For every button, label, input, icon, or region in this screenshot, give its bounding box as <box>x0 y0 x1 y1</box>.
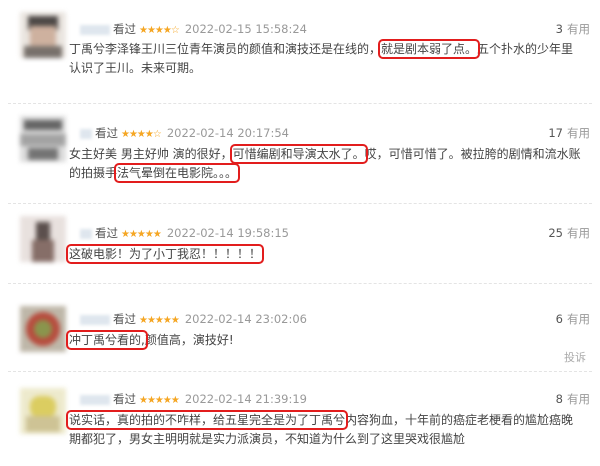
username-blurred[interactable] <box>80 314 110 325</box>
rating-stars: ★★★★★ <box>139 315 180 326</box>
review-time: 2022-02-14 23:02:06 <box>184 312 307 326</box>
useful-count: 25 <box>548 226 563 240</box>
review-time: 2022-02-14 21:39:19 <box>184 392 307 406</box>
useful-count: 6 <box>555 312 563 326</box>
username-blurred[interactable] <box>80 394 110 405</box>
report-link[interactable]: 投诉 <box>564 349 586 365</box>
highlighted-text: 这破电影！为了小丁我忍！！！！！ <box>65 244 265 264</box>
rating-stars: ★★★★☆ <box>139 25 180 36</box>
review-text-part: 丁禹兮李泽锋王川三位青年演员的颜值和演技还是在线的， <box>69 42 382 56</box>
username-blurred[interactable] <box>80 128 92 139</box>
useful-count: 17 <box>548 126 563 140</box>
review-time: 2022-02-15 15:58:24 <box>184 22 307 36</box>
useful-button[interactable]: 6 有用 <box>556 311 590 327</box>
useful-label: 有用 <box>567 312 590 326</box>
avatar[interactable] <box>20 116 66 162</box>
divider <box>8 203 592 204</box>
review-text: 说实话，真的拍的不咋样，给五星完全是为了丁禹兮内容狗血，十年前的癌症老梗看的尴尬… <box>65 410 585 449</box>
rating-stars: ★★★★★ <box>121 229 162 240</box>
watched-label: 看过 <box>113 312 136 326</box>
highlighted-text: 说实话，真的拍的不咋样，给五星完全是为了丁禹兮 <box>65 410 349 430</box>
useful-label: 有用 <box>567 392 590 406</box>
useful-label: 有用 <box>567 126 590 140</box>
rating-stars: ★★★★★ <box>139 395 180 406</box>
useful-button[interactable]: 8 有用 <box>556 391 590 407</box>
useful-label: 有用 <box>567 22 590 36</box>
useful-button[interactable]: 25 有用 <box>548 225 590 241</box>
highlighted-text: 冲丁禹兮看的, <box>66 330 148 350</box>
review-text-part: 颜值高，演技好! <box>144 333 234 347</box>
highlighted-text: 法气晕倒在电影院。。。 <box>114 163 241 183</box>
watched-label: 看过 <box>113 22 136 36</box>
review-meta: 看过 ★★★★★ 2022-02-14 21:39:19 <box>80 391 307 407</box>
watched-label: 看过 <box>95 226 118 240</box>
review-time: 2022-02-14 20:17:54 <box>166 126 289 140</box>
review-text: 丁禹兮李泽锋王川三位青年演员的颜值和演技还是在线的，就是剧本弱了点。五个扑水的少… <box>69 39 585 78</box>
review-text-part: 女主好美 男主好帅 演的很好， <box>69 147 233 161</box>
useful-count: 3 <box>555 22 563 36</box>
username-blurred[interactable] <box>80 228 92 239</box>
review-text: 女主好美 男主好帅 演的很好，可惜编剧和导演太水了。哎，可惜可惜了。被拉胯的剧情… <box>69 144 585 183</box>
review-meta: 看过 ★★★★☆ 2022-02-15 15:58:24 <box>80 21 307 37</box>
avatar[interactable] <box>20 388 66 434</box>
review-meta: 看过 ★★★★★ 2022-02-14 23:02:06 <box>80 311 307 327</box>
avatar[interactable] <box>20 306 66 352</box>
avatar[interactable] <box>20 216 66 262</box>
highlighted-text: 可惜编剧和导演太水了。 <box>229 144 368 164</box>
highlighted-text: 就是剧本弱了点。 <box>378 39 481 59</box>
useful-button[interactable]: 3 有用 <box>556 21 590 37</box>
useful-button[interactable]: 17 有用 <box>548 125 590 141</box>
rating-stars: ★★★★☆ <box>121 129 162 140</box>
review-text: 冲丁禹兮看的,颜值高，演技好! <box>66 330 585 350</box>
useful-label: 有用 <box>567 226 590 240</box>
divider <box>8 371 592 372</box>
username-blurred[interactable] <box>80 24 110 35</box>
avatar[interactable] <box>20 12 66 58</box>
review-meta: 看过 ★★★★☆ 2022-02-14 20:17:54 <box>80 125 289 141</box>
watched-label: 看过 <box>95 126 118 140</box>
divider <box>8 283 592 284</box>
watched-label: 看过 <box>113 392 136 406</box>
review-time: 2022-02-14 19:58:15 <box>166 226 289 240</box>
useful-count: 8 <box>555 392 563 406</box>
review-text: 这破电影！为了小丁我忍！！！！！ <box>65 244 585 264</box>
review-meta: 看过 ★★★★★ 2022-02-14 19:58:15 <box>80 225 289 241</box>
divider <box>8 103 592 104</box>
